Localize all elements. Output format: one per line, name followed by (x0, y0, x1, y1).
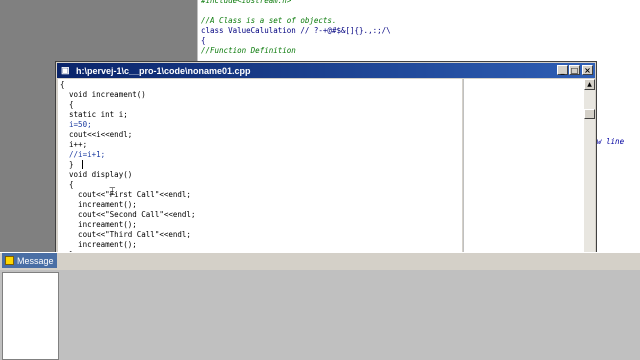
code-line: increament(); (60, 240, 137, 249)
code-line: static int i; (60, 110, 128, 119)
message-tab[interactable]: Message (2, 253, 57, 268)
code-line: //i=i+1; (60, 150, 106, 159)
background-code-line: class ValueCalulation // ?-+@#$&[]{}.,:;… (201, 26, 391, 35)
scroll-up-arrow-icon[interactable]: ▲ (584, 79, 595, 90)
code-line: cout<<i<<endl; (60, 130, 133, 139)
code-line: cout<<"Third Call"<<endl; (60, 230, 191, 239)
background-editor[interactable]: #include<iostream.h> //A Class is a set o… (197, 0, 640, 63)
document-icon: ▣ (61, 65, 70, 75)
background-code-line: #include<iostream.h> (201, 0, 292, 5)
code-line: } (60, 160, 74, 169)
code-line: void display() (60, 170, 133, 179)
window-title: h:\pervej-1\c__pro-1\code\noname01.cpp (76, 65, 251, 76)
scroll-thumb[interactable] (584, 109, 595, 119)
code-line: { (60, 180, 74, 189)
code-line: cout<<"Second Call"<<endl; (60, 210, 196, 219)
code-line: { (60, 80, 65, 89)
close-button[interactable]: × (582, 65, 593, 75)
background-editor-right-pane (597, 63, 640, 257)
message-list[interactable] (2, 272, 59, 360)
code-line: increament(); (60, 220, 137, 229)
background-code-line: { (201, 36, 206, 45)
minimize-button[interactable]: _ (557, 65, 568, 75)
title-bar[interactable]: ▣ h:\pervej-1\c__pro-1\code\noname01.cpp… (57, 63, 595, 78)
background-right-fragment: w line (597, 137, 625, 146)
message-icon (5, 256, 14, 265)
code-line: increament(); (60, 200, 137, 209)
background-code-line: //Function Definition (201, 46, 296, 55)
message-panel-body (0, 270, 640, 360)
code-line: void increament() (60, 90, 146, 99)
code-line: { (60, 100, 74, 109)
code-line: cout<<"First Call"<<endl; (60, 190, 191, 199)
code-line: i=50; (60, 120, 92, 129)
message-tab-label: Message (17, 255, 54, 266)
maximize-button[interactable]: □ (569, 65, 580, 75)
mouse-pointer-icon: ⌶ (109, 185, 116, 198)
code-line: i++; (60, 140, 88, 149)
text-caret (82, 160, 83, 169)
message-panel-header (0, 252, 640, 271)
background-code-line: //A Class is a set of objects. (201, 16, 337, 25)
